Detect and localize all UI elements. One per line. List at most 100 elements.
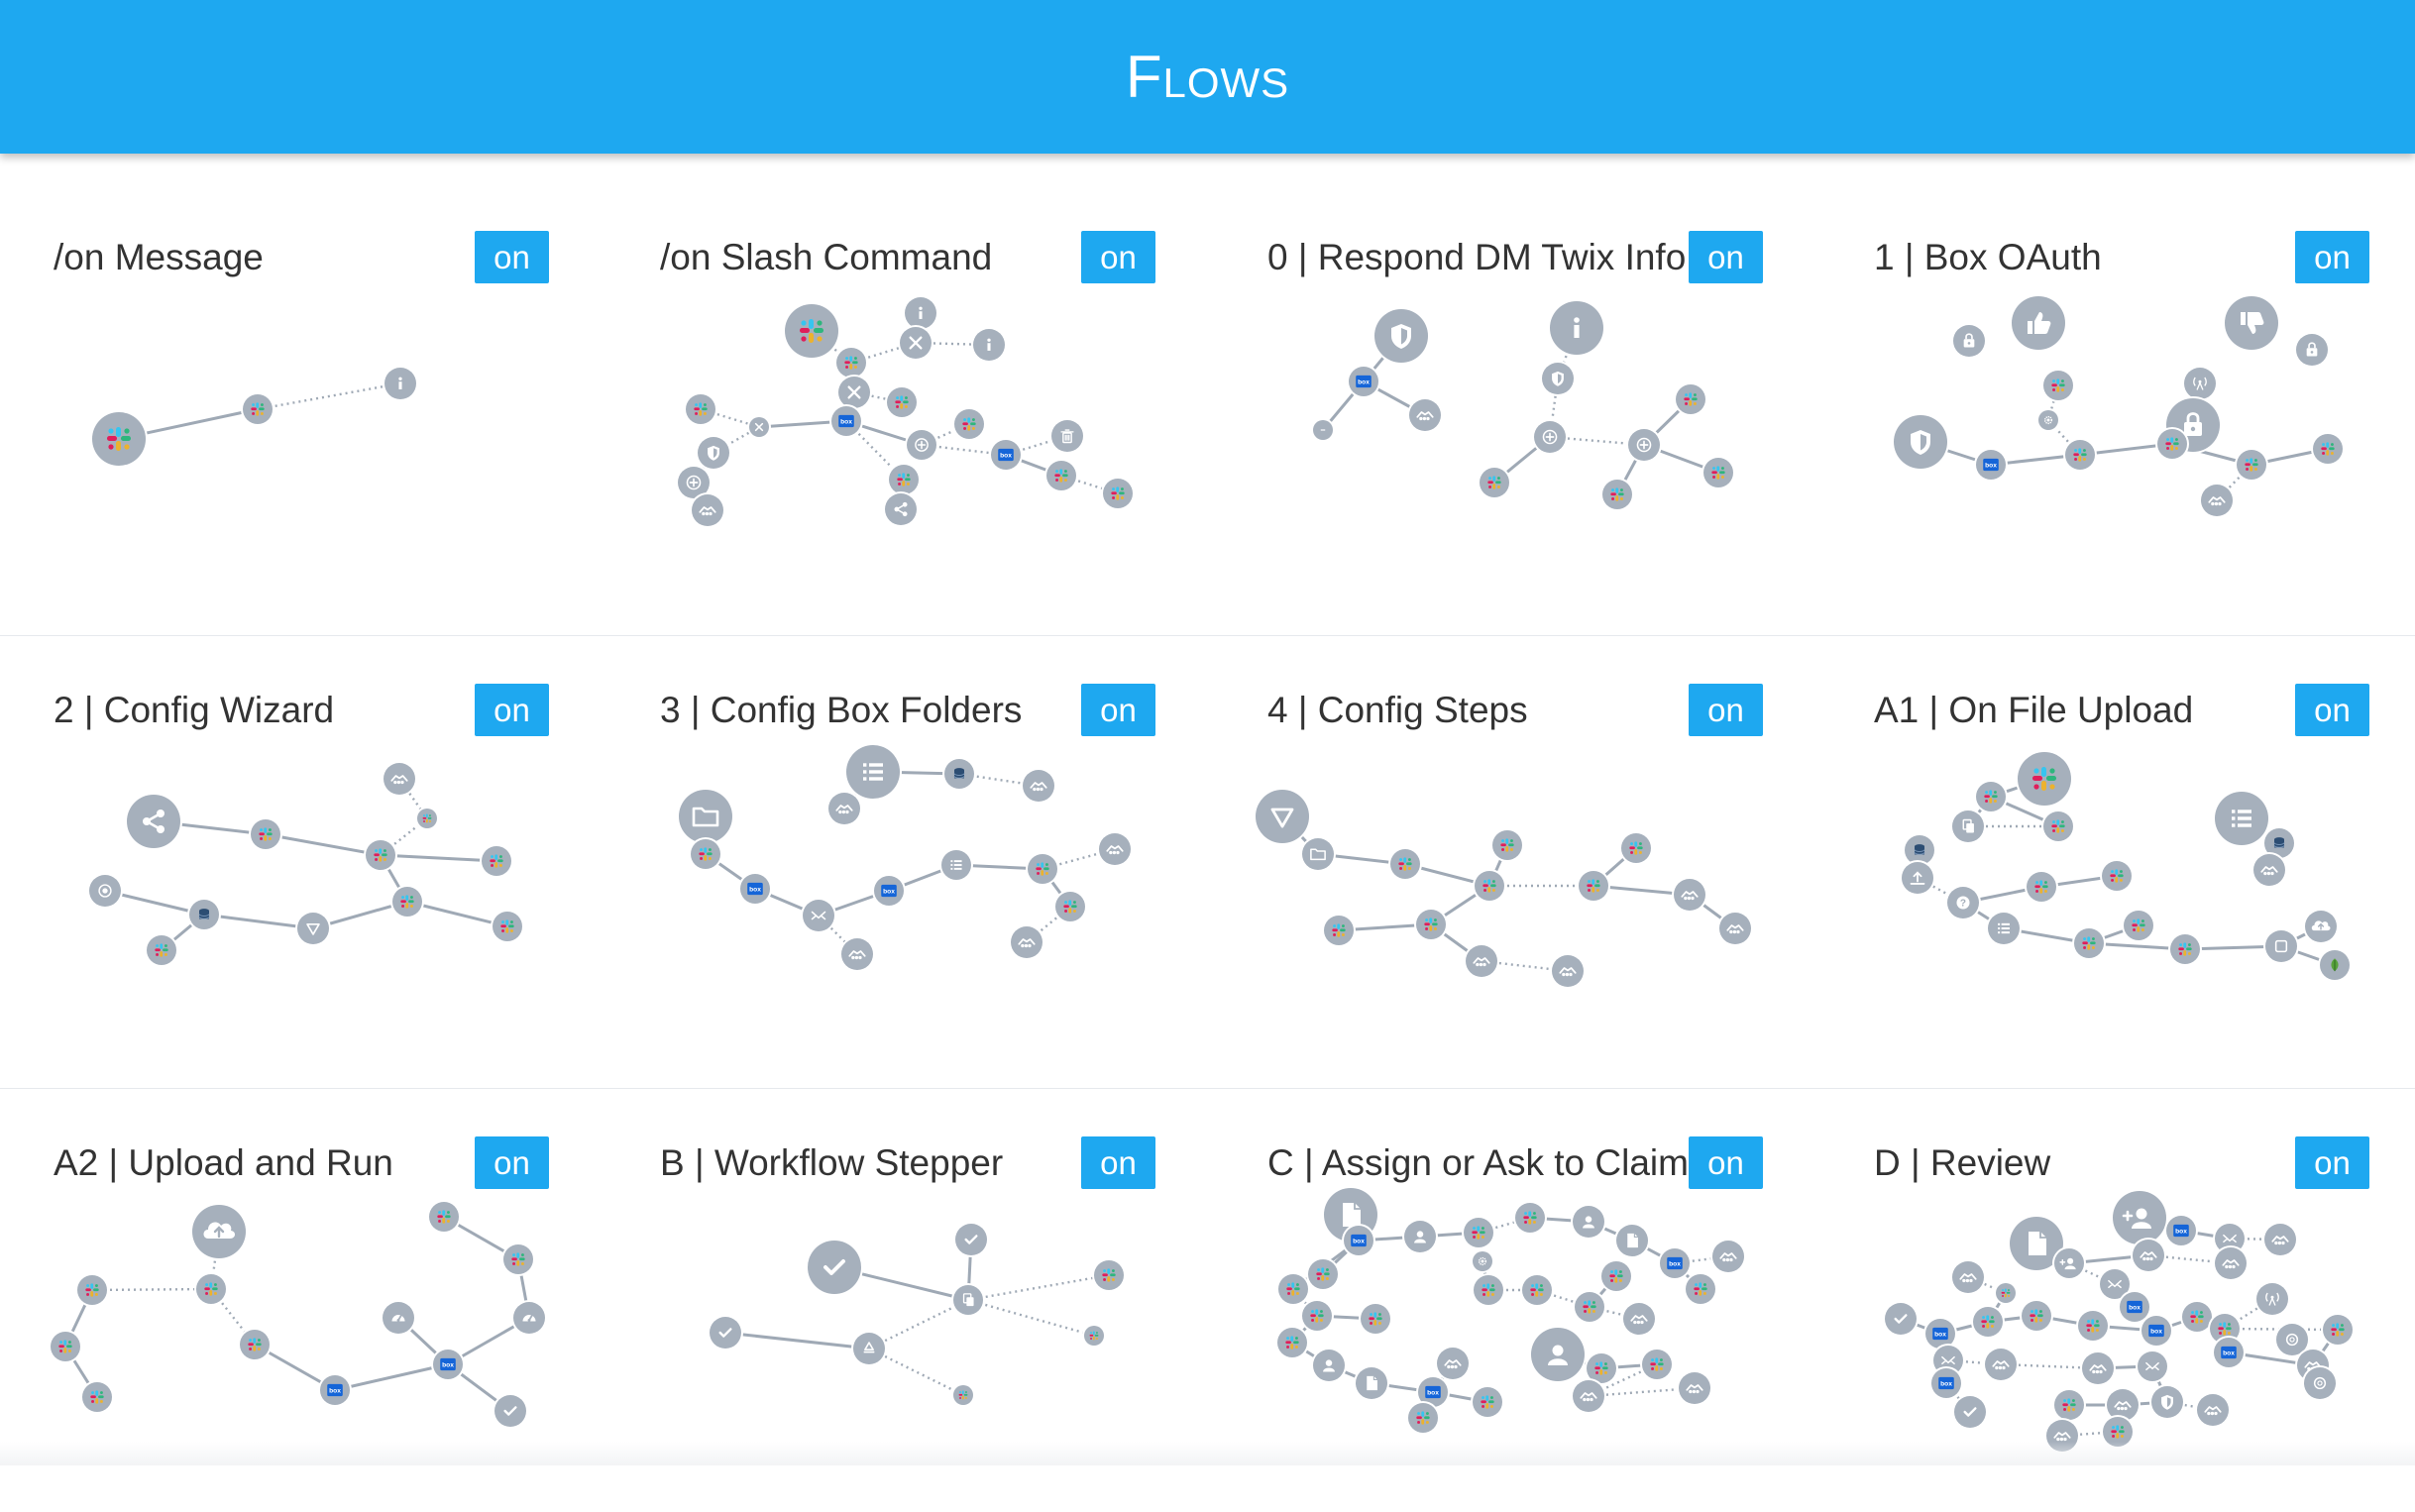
graph-edge bbox=[967, 1273, 1110, 1302]
box-icon: box bbox=[2164, 1214, 2198, 1247]
flow-card[interactable]: 0 | Respond DM Twix Info on box bbox=[1214, 154, 1820, 606]
svg-text:box: box bbox=[442, 1362, 454, 1369]
slack-icon bbox=[1414, 908, 1448, 941]
box-icon: box bbox=[1929, 1366, 1963, 1400]
slack-icon bbox=[2321, 1313, 2355, 1347]
slack-icon bbox=[887, 463, 921, 496]
box-icon: box bbox=[318, 1373, 352, 1407]
handshake-icon bbox=[1407, 397, 1443, 433]
share-icon bbox=[125, 793, 182, 850]
graph-nodes: box box box box box box bbox=[1883, 1189, 2355, 1454]
info-icon bbox=[383, 366, 418, 401]
list-icon bbox=[939, 848, 973, 882]
graph-edge bbox=[334, 1362, 449, 1392]
slack-icon bbox=[1974, 780, 2008, 813]
graph-edges bbox=[1920, 382, 2329, 501]
svg-text:box: box bbox=[1358, 379, 1370, 386]
square-icon bbox=[2263, 928, 2299, 964]
slack-icon bbox=[684, 392, 717, 426]
slack-icon bbox=[1640, 1348, 1674, 1381]
speed-icon bbox=[511, 1300, 547, 1336]
box-icon: box bbox=[1347, 365, 1380, 398]
scroll-fade bbox=[0, 1442, 2415, 1465]
handshake-icon bbox=[1009, 924, 1044, 960]
info-icon bbox=[903, 295, 938, 331]
slack-icon bbox=[1276, 1272, 1310, 1306]
box-icon: box bbox=[1974, 448, 2008, 482]
flow-card[interactable]: 3 | Config Box Folders on box box bbox=[606, 606, 1213, 1059]
handshake-icon bbox=[690, 492, 725, 528]
target-icon bbox=[87, 873, 123, 909]
slack-icon bbox=[1472, 1273, 1505, 1307]
handshake-icon bbox=[1983, 1347, 2019, 1382]
mail-icon bbox=[2136, 1350, 2169, 1383]
slack-icon bbox=[1044, 459, 1078, 492]
box-icon: box bbox=[1342, 1224, 1375, 1257]
slack-icon bbox=[2072, 926, 2106, 960]
shield-icon bbox=[696, 435, 731, 471]
check-icon bbox=[953, 1222, 989, 1257]
slack-icon bbox=[390, 885, 424, 918]
slack-icon bbox=[1322, 914, 1356, 947]
graph-nodes: ? bbox=[1900, 750, 2352, 982]
svg-text:box: box bbox=[1940, 1381, 1952, 1388]
triangle-icon bbox=[295, 911, 331, 946]
slack-icon bbox=[1573, 1290, 1606, 1324]
graph-edge bbox=[967, 1298, 1095, 1338]
graph-edges bbox=[63, 1215, 531, 1413]
handshake-icon bbox=[2251, 852, 2287, 888]
recycle-icon bbox=[851, 1331, 887, 1366]
slack-icon bbox=[1406, 1401, 1440, 1435]
flow-card[interactable]: /on Slash Command on box box bbox=[606, 154, 1213, 606]
flow-graph: ? bbox=[1900, 750, 2352, 982]
box-icon: box bbox=[872, 874, 906, 908]
mail-icon bbox=[801, 898, 836, 933]
svg-text:box: box bbox=[2150, 1329, 2162, 1336]
flow-card[interactable]: A1 | On File Upload on? bbox=[1820, 606, 2415, 1059]
slack-icon bbox=[2235, 448, 2268, 482]
handshake-icon bbox=[2080, 1350, 2116, 1386]
graph-edge bbox=[724, 1331, 870, 1350]
slack-icon bbox=[2041, 810, 2075, 843]
copy-icon bbox=[951, 1283, 985, 1317]
flow-card[interactable]: /on Message on bbox=[0, 154, 606, 606]
graph-nodes: box bbox=[1892, 294, 2345, 518]
handshake-icon bbox=[1672, 877, 1707, 913]
slack-icon bbox=[1600, 478, 1634, 511]
signal-icon bbox=[2254, 1281, 2290, 1317]
box-icon: box bbox=[2140, 1314, 2173, 1348]
slack-icon bbox=[1701, 456, 1735, 489]
slack-icon bbox=[1599, 1259, 1633, 1293]
slack-icon bbox=[75, 1273, 109, 1307]
info-icon bbox=[1548, 299, 1605, 357]
svg-text:box: box bbox=[2223, 1350, 2235, 1357]
slack-icon bbox=[2063, 438, 2097, 472]
userplus-icon bbox=[2111, 1189, 2168, 1246]
graph-nodes: box box box bbox=[1275, 1186, 1746, 1435]
slack-icon bbox=[2100, 859, 2134, 893]
slack-icon bbox=[1306, 1257, 1340, 1291]
slack-icon bbox=[1462, 1216, 1495, 1249]
handshake-icon bbox=[1435, 1346, 1471, 1381]
tools-icon bbox=[898, 325, 933, 361]
slack-icon bbox=[194, 1272, 228, 1306]
slack-icon bbox=[1520, 1273, 1554, 1307]
flow-card[interactable]: 4 | Config Steps on bbox=[1214, 606, 1820, 1059]
triangle-icon bbox=[1254, 788, 1311, 845]
signal-icon bbox=[2182, 366, 2218, 401]
cloud-icon bbox=[2303, 909, 2339, 944]
flow-card[interactable]: 2 | Config Wizard on bbox=[0, 606, 606, 1059]
handshake-icon bbox=[1710, 1239, 1746, 1274]
check-icon bbox=[1952, 1394, 1988, 1430]
list-icon bbox=[2213, 790, 2270, 847]
doc-icon bbox=[1354, 1365, 1389, 1401]
slack-icon bbox=[2168, 932, 2202, 966]
gear-icon bbox=[1471, 1249, 1494, 1273]
handshake-icon bbox=[2262, 1222, 2298, 1257]
slack-icon bbox=[501, 1242, 535, 1276]
slack-icon bbox=[249, 817, 282, 851]
db-icon bbox=[942, 757, 976, 791]
graph-nodes bbox=[90, 366, 418, 468]
flow-card[interactable]: 1 | Box OAuth on box bbox=[1820, 154, 2415, 606]
handshake-icon bbox=[382, 761, 417, 797]
